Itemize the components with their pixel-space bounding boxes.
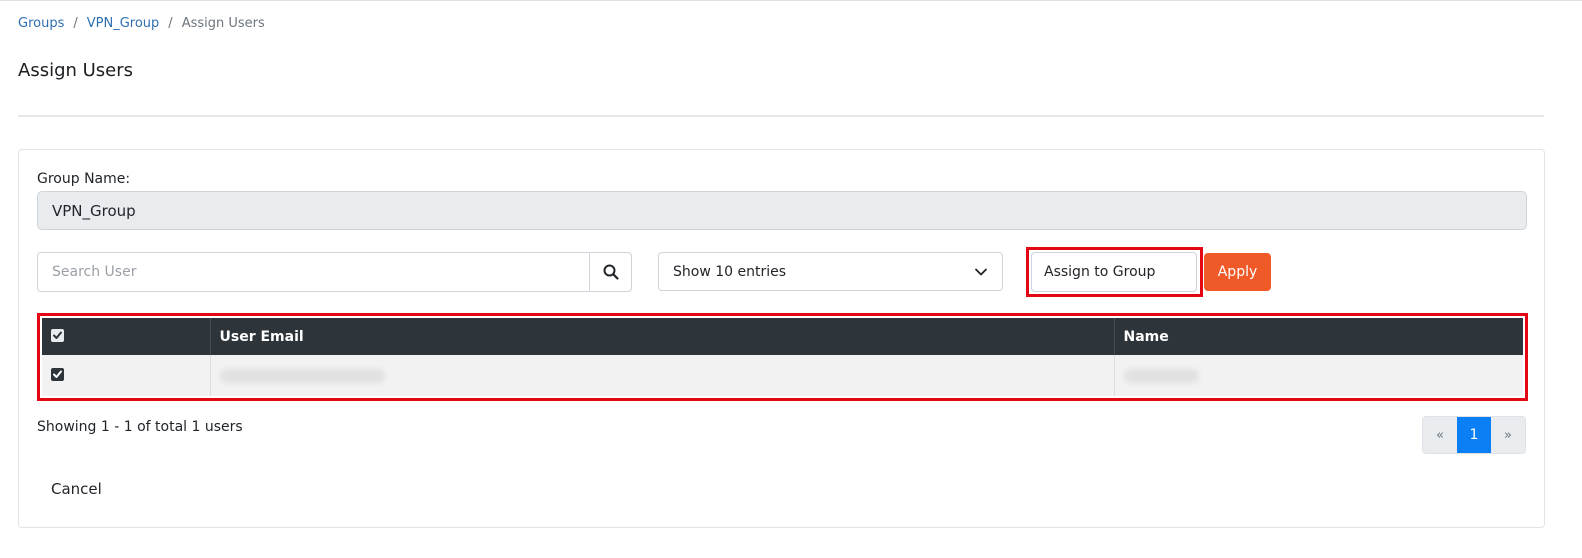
table-header-row: User Email Name bbox=[42, 318, 1523, 355]
column-header-email: User Email bbox=[210, 318, 1115, 355]
row-select-cell bbox=[42, 355, 211, 396]
checkbox-checked-icon bbox=[53, 370, 62, 378]
breadcrumb-link-groups[interactable]: Groups bbox=[18, 16, 64, 31]
search-icon bbox=[603, 264, 619, 280]
entries-select-value: Show 10 entries bbox=[673, 263, 787, 280]
select-all-checkbox[interactable] bbox=[51, 328, 64, 342]
redacted-name bbox=[1123, 368, 1199, 383]
top-border bbox=[0, 0, 1582, 1]
redacted-email bbox=[219, 368, 385, 383]
breadcrumb: Groups / VPN_Group / Assign Users bbox=[18, 16, 265, 31]
users-table: User Email Name bbox=[42, 318, 1523, 396]
assign-users-card: Group Name: VPN_Group Show 10 entries As… bbox=[18, 149, 1545, 528]
cancel-button[interactable]: Cancel bbox=[51, 480, 102, 498]
bulk-action-select[interactable]: Assign to Group bbox=[1031, 252, 1197, 292]
table-row bbox=[42, 355, 1523, 396]
apply-button[interactable]: Apply bbox=[1204, 253, 1271, 291]
pagination-next[interactable]: » bbox=[1491, 417, 1525, 453]
row-email-cell bbox=[210, 355, 1115, 396]
search-group bbox=[37, 252, 632, 292]
row-checkbox[interactable] bbox=[51, 367, 64, 381]
pagination: « 1 » bbox=[1422, 416, 1526, 454]
select-all-header bbox=[42, 318, 211, 355]
pagination-page-1[interactable]: 1 bbox=[1457, 417, 1491, 453]
group-name-field: VPN_Group bbox=[37, 191, 1527, 230]
breadcrumb-separator: / bbox=[73, 16, 78, 31]
column-header-name: Name bbox=[1114, 318, 1523, 355]
breadcrumb-current: Assign Users bbox=[181, 16, 265, 31]
page-title: Assign Users bbox=[18, 60, 134, 81]
checkbox-checked-icon bbox=[53, 331, 62, 339]
showing-count-text: Showing 1 - 1 of total 1 users bbox=[37, 419, 243, 435]
chevron-down-icon bbox=[975, 268, 987, 275]
breadcrumb-separator: / bbox=[168, 16, 173, 31]
action-select-value: Assign to Group bbox=[1044, 264, 1156, 280]
group-name-label: Group Name: bbox=[37, 171, 131, 187]
pagination-prev[interactable]: « bbox=[1423, 417, 1457, 453]
title-divider bbox=[18, 115, 1544, 117]
search-button[interactable] bbox=[589, 252, 632, 292]
search-user-input[interactable] bbox=[37, 252, 589, 292]
entries-per-page-select[interactable]: Show 10 entries bbox=[658, 252, 1003, 291]
row-name-cell bbox=[1114, 355, 1523, 396]
breadcrumb-link-group[interactable]: VPN_Group bbox=[87, 16, 160, 31]
